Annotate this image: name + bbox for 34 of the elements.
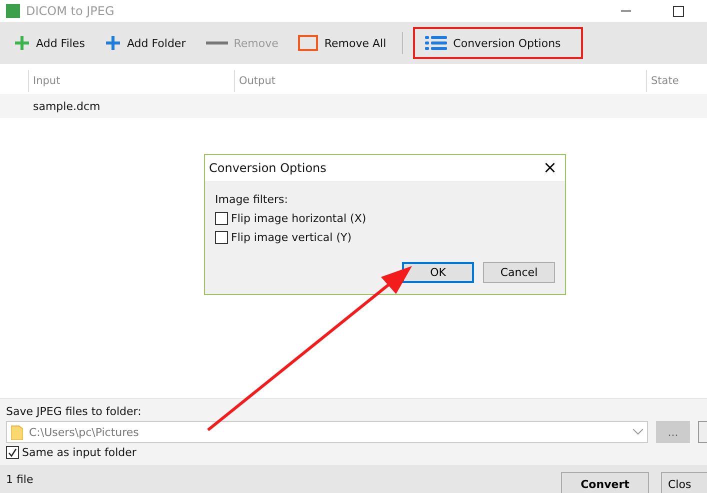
toolbar-button[interactable]: Conversion Options	[415, 29, 581, 57]
toolbar-button[interactable]: Add Files	[10, 31, 89, 55]
close-button[interactable]: ×	[535, 155, 565, 181]
plus-icon	[14, 35, 30, 51]
convert-button[interactable]: Convert	[561, 472, 649, 493]
dropdown-icon[interactable]	[633, 429, 643, 435]
dialog-button[interactable]: OK	[402, 262, 474, 283]
column-header[interactable]: State	[646, 70, 707, 92]
toolbar-button[interactable]: Add Folder	[100, 31, 190, 55]
list-icon	[425, 35, 448, 51]
folder-field[interactable]: C:\Users\pc\Pictures	[6, 421, 648, 443]
toolbar-button[interactable]: Remove All	[294, 31, 390, 55]
square-icon	[298, 35, 318, 51]
plus-icon	[104, 35, 121, 51]
browse-button[interactable]: ...	[656, 421, 690, 443]
dialog-button[interactable]: Cancel	[483, 262, 555, 283]
checkbox[interactable]	[215, 212, 228, 225]
checkbox[interactable]	[215, 231, 228, 244]
checkbox-label: Flip image horizontal (X)	[231, 212, 366, 225]
window-title: DICOM to JPEG	[26, 4, 116, 18]
minus-icon	[206, 40, 228, 46]
close-button[interactable]: Clos	[661, 472, 707, 493]
folder-icon	[11, 424, 23, 440]
file-count: 1 file	[6, 472, 34, 486]
checkbox-label: Flip image vertical (Y)	[231, 231, 352, 244]
group-label: Image filters:	[215, 193, 289, 206]
checkbox-label: Same as input folder	[22, 446, 136, 459]
checkbox[interactable]	[6, 446, 19, 459]
table-row[interactable]: sample.dcm	[0, 94, 707, 118]
column-header[interactable]: Output	[234, 70, 646, 92]
column-header[interactable]: Input	[28, 70, 234, 92]
dialog-title: Conversion Options	[209, 161, 328, 175]
app-icon	[6, 4, 20, 18]
folder-label: Save JPEG files to folder:	[6, 405, 142, 418]
